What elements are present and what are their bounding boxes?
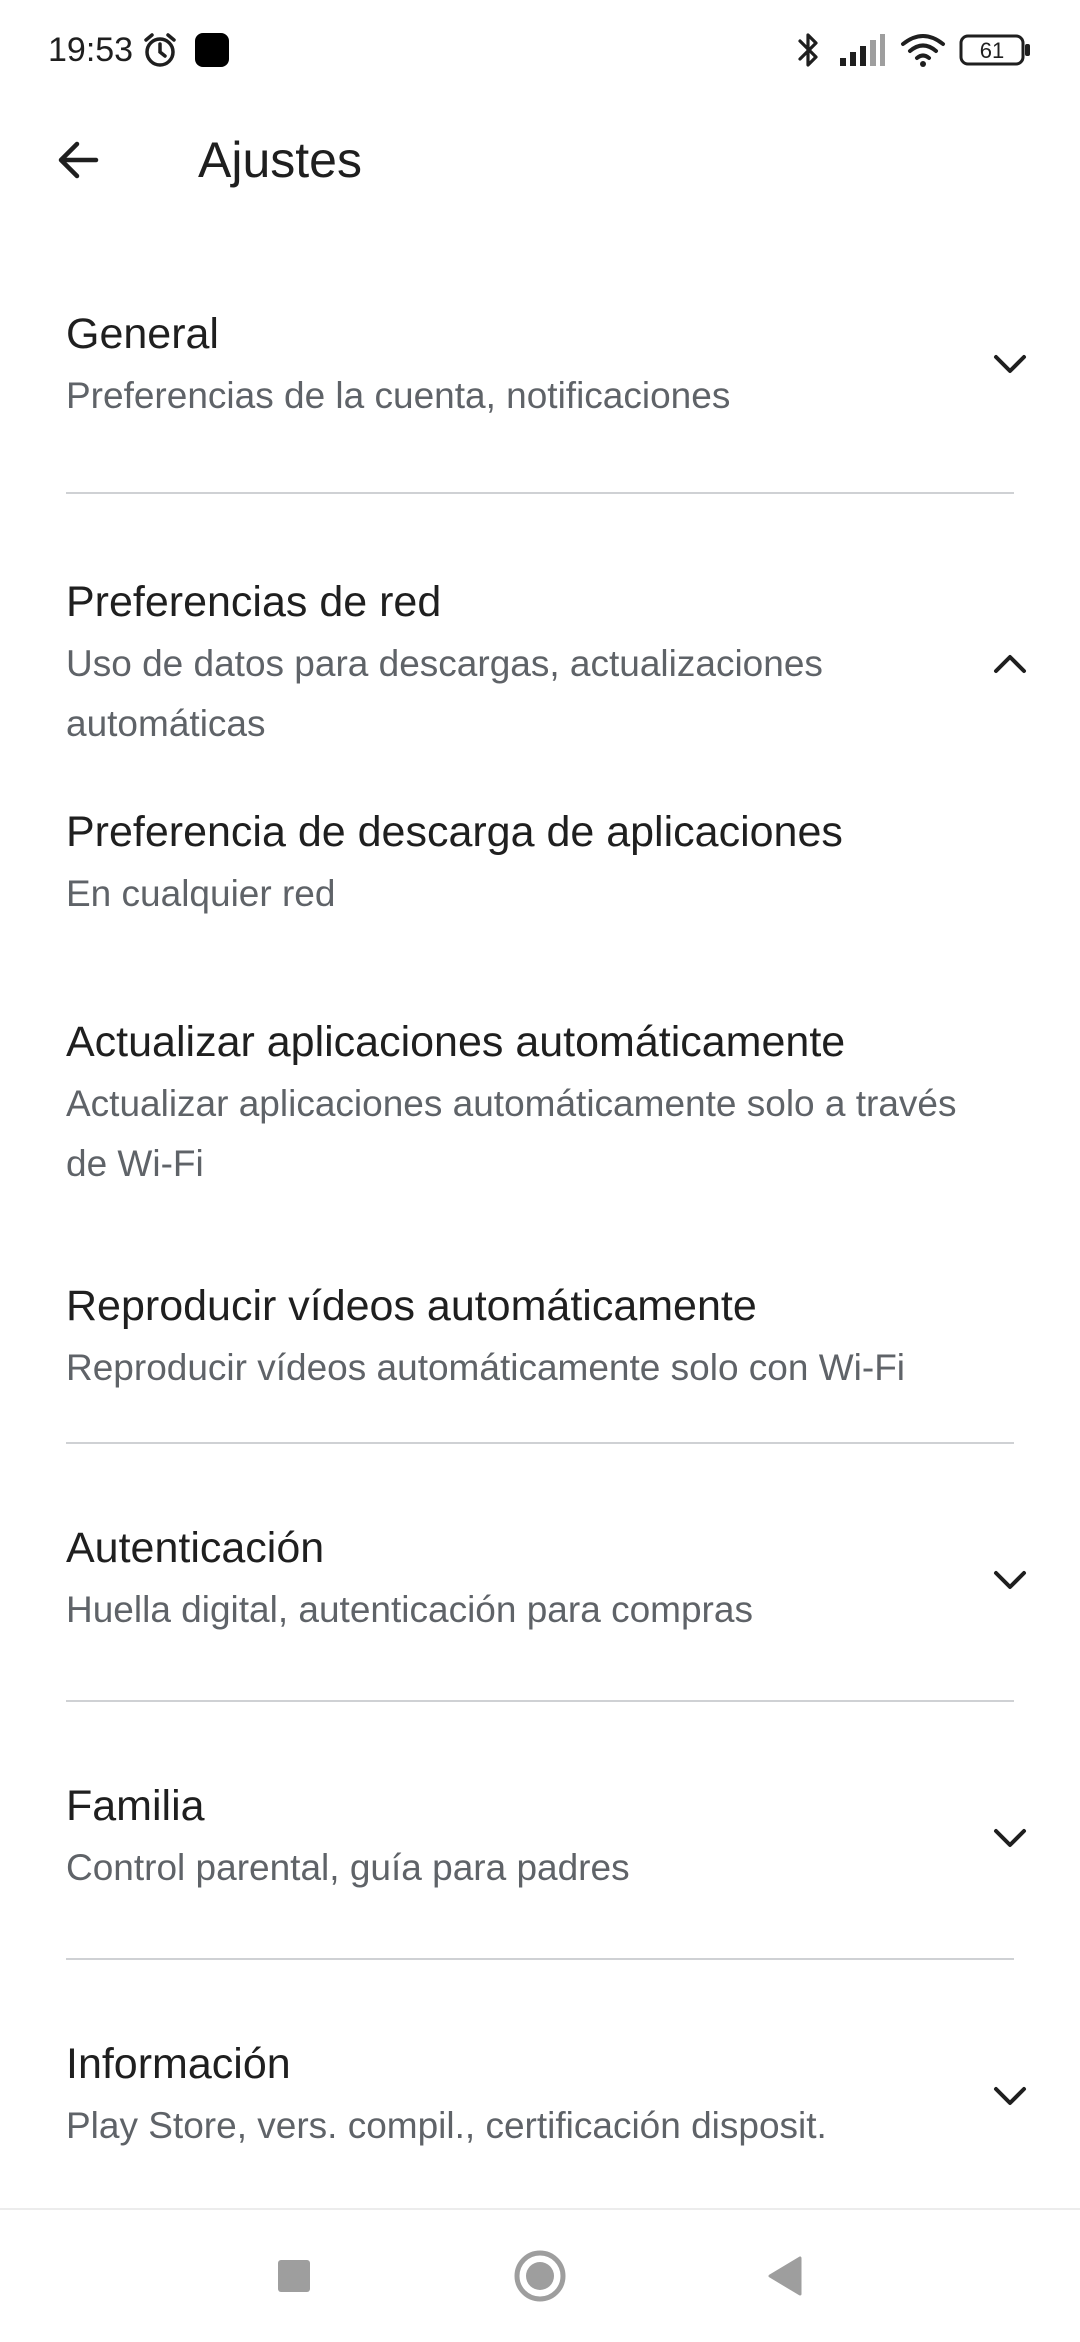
section-information[interactable]: Información Play Store, vers. compil., c… — [0, 1960, 1080, 2160]
chevron-down-icon — [980, 1550, 1040, 1610]
section-family[interactable]: Familia Control parental, guía para padr… — [0, 1702, 1080, 1958]
setting-auto-update-title: Actualizar aplicaciones automáticamente — [66, 1018, 846, 1066]
section-authentication[interactable]: Autenticación Huella digital, autenticac… — [0, 1444, 1080, 1700]
back-triangle-icon — [768, 2256, 802, 2296]
setting-download-preference-title: Preferencia de descarga de aplicaciones — [66, 808, 843, 856]
section-network-subtitle: Uso de datos para descargas, actualizaci… — [66, 643, 823, 744]
nav-back-button[interactable] — [744, 2234, 828, 2318]
settings-list: General Preferencias de la cuenta, notif… — [0, 216, 1080, 2160]
setting-autoplay-videos-title: Reproducir vídeos automáticamente — [66, 1282, 757, 1330]
setting-autoplay-videos-value: Reproducir vídeos automáticamente solo c… — [66, 1347, 906, 1388]
status-time: 19:53 — [48, 31, 134, 69]
chevron-up-icon — [980, 634, 1040, 694]
setting-download-preference-value: En cualquier red — [66, 873, 336, 914]
chevron-down-icon — [980, 1808, 1040, 1868]
home-button[interactable] — [498, 2234, 582, 2318]
wifi-icon — [898, 26, 948, 74]
section-authentication-title: Autenticación — [66, 1524, 325, 1572]
section-family-title: Familia — [66, 1782, 205, 1830]
arrow-back-icon — [58, 141, 99, 179]
chevron-down-icon — [980, 2066, 1040, 2126]
recents-button[interactable] — [252, 2234, 336, 2318]
alarm-icon — [138, 26, 182, 74]
setting-autoplay-videos[interactable]: Reproducir vídeos automáticamente Reprod… — [0, 1236, 1080, 1412]
setting-auto-update[interactable]: Actualizar aplicaciones automáticamente … — [0, 966, 1080, 1236]
section-network[interactable]: Preferencias de red Uso de datos para de… — [0, 494, 1080, 756]
battery-icon: 61 — [958, 26, 1034, 74]
section-general[interactable]: General Preferencias de la cuenta, notif… — [0, 216, 1080, 492]
battery-level: 61 — [980, 38, 1004, 63]
section-family-subtitle: Control parental, guía para padres — [66, 1847, 630, 1888]
section-general-subtitle: Preferencias de la cuenta, notificacione… — [66, 375, 731, 416]
app-bar: Ajustes — [0, 100, 1080, 216]
status-bar: 19:53 61 — [0, 0, 1080, 100]
bluetooth-icon — [794, 26, 824, 74]
signal-icon — [836, 26, 888, 74]
section-general-title: General — [66, 310, 219, 358]
home-icon — [514, 2250, 566, 2302]
section-information-title: Información — [66, 2040, 291, 2088]
back-button[interactable] — [36, 118, 120, 202]
chevron-down-icon — [980, 334, 1040, 394]
section-network-title: Preferencias de red — [66, 578, 442, 626]
page-title: Ajustes — [198, 132, 362, 188]
setting-auto-update-value: Actualizar aplicaciones automáticamente … — [66, 1083, 957, 1184]
navigation-bar — [0, 2208, 1080, 2342]
setting-download-preference[interactable]: Preferencia de descarga de aplicaciones … — [0, 756, 1080, 966]
section-information-subtitle: Play Store, vers. compil., certificación… — [66, 2105, 827, 2146]
app-notification-icon — [192, 26, 232, 74]
recents-icon — [278, 2260, 310, 2292]
section-authentication-subtitle: Huella digital, autenticación para compr… — [66, 1589, 753, 1630]
